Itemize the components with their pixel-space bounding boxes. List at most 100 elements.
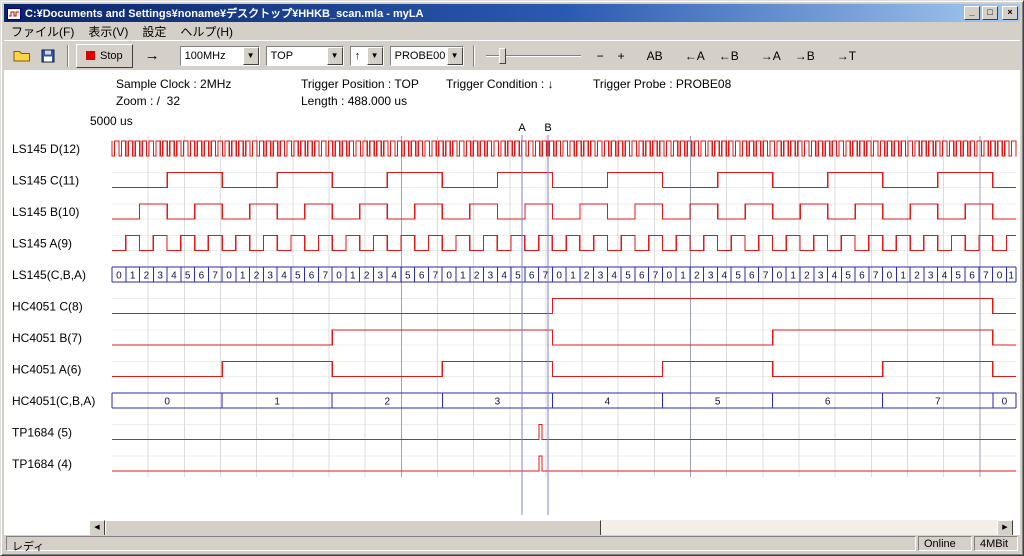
menu-bar: ファイル(F) 表示(V) 設定 ヘルプ(H)	[4, 22, 1020, 40]
bus-value: 1	[274, 397, 280, 408]
app-icon-glyph	[7, 6, 21, 20]
bus-value: 7	[873, 271, 879, 282]
goto-trigger-button[interactable]: →T	[831, 44, 862, 68]
channel-label[interactable]: LS145 B(10)	[12, 205, 79, 219]
channel-label[interactable]: HC4051(C,B,A)	[12, 394, 95, 408]
bus-value: 0	[556, 271, 562, 282]
signal-waveform	[112, 299, 1016, 314]
bus-value: 0	[1002, 397, 1008, 408]
scroll-right-button[interactable]: ▶	[997, 520, 1013, 536]
app-icon[interactable]	[6, 6, 22, 20]
goto-prev-b-button[interactable]: ←B	[713, 44, 745, 68]
channel-label[interactable]: HC4051 A(6)	[12, 363, 81, 377]
signal-waveform	[112, 173, 1016, 188]
stop-label: Stop	[100, 50, 123, 62]
bus-value: 7	[935, 397, 941, 408]
zoom-in-button[interactable]: +	[612, 44, 631, 68]
close-button[interactable]: ×	[1002, 6, 1018, 20]
bus-value: 7	[323, 271, 329, 282]
waveform-canvas[interactable]: 5000 usLS145 D(12)LS145 C(11)LS145 B(10)…	[4, 111, 1022, 519]
channel-label[interactable]: TP1684 (5)	[12, 426, 72, 440]
bus-value: 3	[708, 271, 714, 282]
bus-value: 1	[130, 271, 136, 282]
channel-label[interactable]: LS145 C(11)	[12, 174, 79, 188]
trigger-position-info: Trigger Position : TOP	[301, 77, 419, 91]
bus-value: 0	[226, 271, 232, 282]
bus-value: 4	[171, 271, 177, 282]
bus-waveform	[112, 267, 1016, 282]
zoom-out-button[interactable]: −	[591, 44, 610, 68]
bus-value: 3	[378, 271, 384, 282]
goto-prev-a-button[interactable]: ←A	[679, 44, 711, 68]
bus-value: 1	[240, 271, 246, 282]
trigger-edge-select[interactable]: ↑ ▼	[350, 46, 384, 66]
bus-value: 5	[845, 271, 851, 282]
chevron-down-icon[interactable]: ▼	[367, 47, 383, 65]
bus-value: 1	[790, 271, 796, 282]
bus-value: 0	[164, 397, 170, 408]
bus-value: 5	[405, 271, 411, 282]
toolbar-separator	[473, 45, 475, 67]
trigger-position-select[interactable]: TOP ▼	[266, 46, 344, 66]
title-bar[interactable]: C:¥Documents and Settings¥noname¥デスクトップ¥…	[4, 4, 1020, 22]
chevron-down-icon[interactable]: ▼	[243, 47, 259, 65]
bus-value: 6	[199, 271, 205, 282]
bus-value: 7	[653, 271, 659, 282]
cursor-b-label: B	[544, 122, 551, 134]
signal-waveform	[112, 330, 1016, 345]
horizontal-scrollbar[interactable]: ◀ ▶	[89, 520, 1013, 536]
trigger-probe-select[interactable]: PROBE00 ▼	[390, 46, 464, 66]
channel-label[interactable]: LS145 D(12)	[12, 142, 80, 156]
menu-file[interactable]: ファイル(F)	[4, 22, 81, 41]
status-memory: 4MBit	[974, 536, 1018, 551]
bus-value: 7	[433, 271, 439, 282]
bus-value: 6	[419, 271, 425, 282]
open-file-button[interactable]	[10, 45, 34, 67]
save-file-button[interactable]	[36, 45, 60, 67]
bus-value: 6	[529, 271, 535, 282]
scrollbar-thumb[interactable]	[105, 520, 601, 536]
stop-button[interactable]: Stop	[76, 44, 133, 68]
goto-next-a-button[interactable]: →A	[755, 44, 787, 68]
zoom-slider-thumb[interactable]	[499, 48, 506, 64]
bus-value: 2	[144, 271, 150, 282]
bus-value: 6	[749, 271, 755, 282]
bus-value: 2	[584, 271, 590, 282]
maximize-button[interactable]: □	[982, 6, 998, 20]
menu-help[interactable]: ヘルプ(H)	[173, 22, 240, 41]
toolbar: Stop → 100MHz ▼ TOP ▼ ↑ ▼ PROBE00 ▼ − + …	[4, 40, 1020, 70]
bus-value: 6	[969, 271, 975, 282]
bus-value: 4	[605, 397, 611, 408]
channel-label[interactable]: LS145(C,B,A)	[12, 268, 86, 282]
menu-view[interactable]: 表示(V)	[81, 22, 135, 41]
bus-value: 2	[385, 397, 391, 408]
scroll-left-button[interactable]: ◀	[89, 520, 105, 536]
minimize-button[interactable]: _	[964, 6, 980, 20]
sample-clock-select[interactable]: 100MHz ▼	[180, 46, 260, 66]
channel-label[interactable]: HC4051 C(8)	[12, 300, 83, 314]
chevron-down-icon[interactable]: ▼	[447, 47, 463, 65]
goto-next-b-button[interactable]: →B	[789, 44, 821, 68]
bus-value: 4	[391, 271, 397, 282]
floppy-disk-icon	[41, 49, 55, 63]
run-button[interactable]: →	[135, 44, 170, 68]
cursor-ab-button[interactable]: AB	[641, 44, 669, 68]
signal-waveform	[112, 204, 1016, 219]
channel-label[interactable]: HC4051 B(7)	[12, 331, 82, 345]
sample-clock-value: 100MHz	[181, 50, 243, 62]
zoom-slider[interactable]	[486, 45, 581, 67]
bus-value: 3	[818, 271, 824, 282]
channel-label[interactable]: LS145 A(9)	[12, 237, 72, 251]
folder-open-icon	[13, 49, 31, 62]
bus-value: 1	[1008, 271, 1014, 282]
bus-value: 1	[570, 271, 576, 282]
channel-label[interactable]: TP1684 (4)	[12, 457, 72, 471]
bus-value: 4	[832, 271, 838, 282]
bus-value: 2	[914, 271, 920, 282]
menu-settings[interactable]: 設定	[135, 22, 173, 41]
bus-value: 3	[267, 271, 273, 282]
bus-value: 6	[859, 271, 865, 282]
bus-value: 7	[212, 271, 218, 282]
app-window: C:¥Documents and Settings¥noname¥デスクトップ¥…	[0, 0, 1024, 556]
chevron-down-icon[interactable]: ▼	[327, 47, 343, 65]
